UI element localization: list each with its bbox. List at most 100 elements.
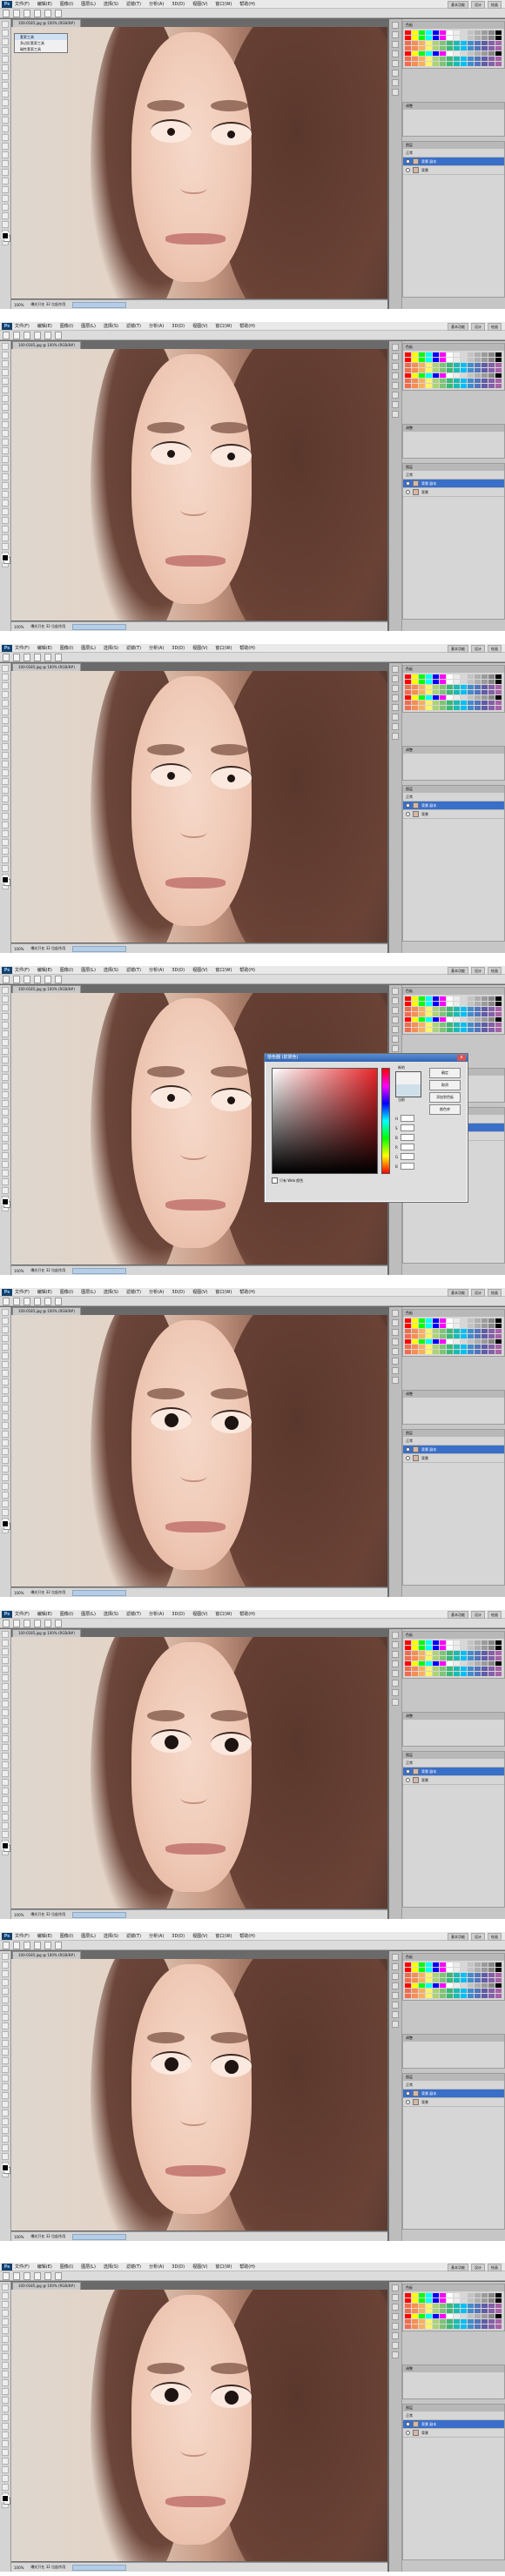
- color-swatch[interactable]: [461, 1667, 467, 1671]
- menu-item[interactable]: 窗口(W): [215, 1, 232, 7]
- color-swatch[interactable]: [488, 1345, 495, 1349]
- color-swatch[interactable]: [488, 46, 495, 50]
- color-swatch[interactable]: [488, 1667, 495, 1671]
- workspace-button[interactable]: 基本功能: [448, 1, 468, 9]
- color-swatch[interactable]: [468, 1989, 474, 1993]
- menu-item[interactable]: 窗口(W): [215, 2264, 232, 2270]
- color-swatch[interactable]: [481, 373, 488, 378]
- tool-button[interactable]: [2, 1779, 9, 1786]
- tool-button[interactable]: [2, 38, 9, 45]
- color-swatch[interactable]: [419, 1002, 425, 1006]
- color-swatch[interactable]: [495, 1028, 502, 1032]
- color-swatch[interactable]: [426, 30, 432, 35]
- color-swatch[interactable]: [468, 2304, 474, 2308]
- color-swatch[interactable]: [461, 1968, 467, 1972]
- color-swatch[interactable]: [495, 1012, 502, 1016]
- tool-button[interactable]: [2, 1692, 9, 1699]
- color-swatch[interactable]: [488, 1983, 495, 1988]
- color-swatch[interactable]: [419, 1023, 425, 1027]
- tool-button[interactable]: [2, 491, 9, 498]
- tool-button[interactable]: [2, 1387, 9, 1394]
- panel-icon[interactable]: [392, 1329, 399, 1336]
- color-swatch[interactable]: [405, 62, 411, 66]
- color-swatch[interactable]: [405, 1318, 411, 1323]
- menu-item[interactable]: 滤镜(T): [126, 1, 141, 7]
- color-swatch[interactable]: [419, 701, 425, 705]
- color-swatch[interactable]: [405, 352, 411, 357]
- color-swatch[interactable]: [447, 51, 453, 56]
- color-swatch[interactable]: [495, 1973, 502, 1977]
- option-control[interactable]: [3, 1941, 10, 1949]
- tool-button[interactable]: [2, 665, 9, 672]
- option-control[interactable]: [55, 9, 62, 17]
- color-swatch[interactable]: [481, 1978, 488, 1982]
- color-swatch[interactable]: [405, 1007, 411, 1011]
- color-swatch[interactable]: [419, 1329, 425, 1333]
- option-control[interactable]: [44, 1941, 51, 1949]
- tool-button[interactable]: [2, 1370, 9, 1377]
- color-swatch[interactable]: [454, 62, 460, 66]
- color-swatch[interactable]: [405, 1672, 411, 1676]
- color-swatch[interactable]: [447, 2314, 453, 2318]
- color-swatch[interactable]: [419, 1978, 425, 1982]
- menu-item[interactable]: 帮助(H): [239, 323, 255, 329]
- color-swatch[interactable]: [495, 373, 502, 378]
- color-swatch[interactable]: [461, 1983, 467, 1988]
- tool-button[interactable]: [2, 2353, 9, 2360]
- color-swatch[interactable]: [488, 358, 495, 362]
- color-swatch[interactable]: [440, 1968, 446, 1972]
- color-swatch[interactable]: [461, 1350, 467, 1354]
- menu-item[interactable]: 图像(I): [60, 967, 73, 973]
- color-swatch[interactable]: [454, 695, 460, 700]
- tool-button[interactable]: [2, 91, 9, 97]
- option-control[interactable]: [3, 1297, 10, 1305]
- panel-icon[interactable]: [392, 1026, 399, 1033]
- color-swatch[interactable]: [440, 62, 446, 66]
- color-swatch[interactable]: [419, 1012, 425, 1016]
- foreground-color-swatch[interactable]: [2, 1842, 9, 1849]
- color-swatch[interactable]: [495, 1339, 502, 1344]
- color-swatch[interactable]: [405, 2304, 411, 2308]
- color-swatch[interactable]: [433, 1012, 439, 1016]
- color-swatch[interactable]: [475, 2309, 481, 2313]
- tool-button[interactable]: [2, 186, 9, 193]
- color-swatch[interactable]: [412, 379, 418, 383]
- tool-button[interactable]: [2, 1004, 9, 1011]
- workspace-button[interactable]: 基本功能: [448, 645, 468, 653]
- option-control[interactable]: [34, 1297, 41, 1305]
- panel-icon[interactable]: [392, 411, 399, 418]
- color-swatch[interactable]: [426, 1973, 432, 1977]
- option-control[interactable]: [34, 9, 41, 17]
- panel-icon[interactable]: [392, 2284, 399, 2291]
- visibility-eye-icon[interactable]: [406, 490, 410, 494]
- color-swatch[interactable]: [447, 680, 453, 684]
- color-swatch[interactable]: [454, 674, 460, 679]
- color-swatch[interactable]: [495, 1329, 502, 1333]
- menu-item[interactable]: 选择(S): [104, 1289, 118, 1295]
- color-swatch[interactable]: [433, 1023, 439, 1027]
- color-swatch[interactable]: [419, 674, 425, 679]
- color-swatch[interactable]: [440, 51, 446, 56]
- color-swatch[interactable]: [468, 1661, 474, 1666]
- tool-button[interactable]: [2, 430, 9, 437]
- workspace-button[interactable]: 基本功能: [448, 1611, 468, 1619]
- tool-button[interactable]: [2, 2458, 9, 2465]
- tool-button[interactable]: [2, 1065, 9, 1072]
- tool-button[interactable]: [2, 700, 9, 707]
- horizontal-scrollbar[interactable]: [72, 2233, 127, 2240]
- flyout-item[interactable]: 套索工具: [15, 34, 67, 40]
- color-swatch[interactable]: [426, 690, 432, 694]
- color-swatch[interactable]: [475, 1640, 481, 1645]
- color-swatch[interactable]: [481, 2298, 488, 2303]
- color-swatch[interactable]: [447, 701, 453, 705]
- panel-icon[interactable]: [392, 372, 399, 379]
- color-swatch[interactable]: [426, 1962, 432, 1967]
- color-swatch[interactable]: [412, 1994, 418, 1998]
- color-swatch[interactable]: [454, 2309, 460, 2313]
- visibility-eye-icon[interactable]: [406, 2431, 410, 2435]
- color-swatch[interactable]: [461, 51, 467, 56]
- zoom-level[interactable]: 100%: [14, 1913, 24, 1917]
- document-tab[interactable]: 100-0185.jpg @ 100% (RGB/8#): [12, 2282, 81, 2290]
- color-swatch[interactable]: [468, 384, 474, 388]
- color-swatch[interactable]: [495, 1318, 502, 1323]
